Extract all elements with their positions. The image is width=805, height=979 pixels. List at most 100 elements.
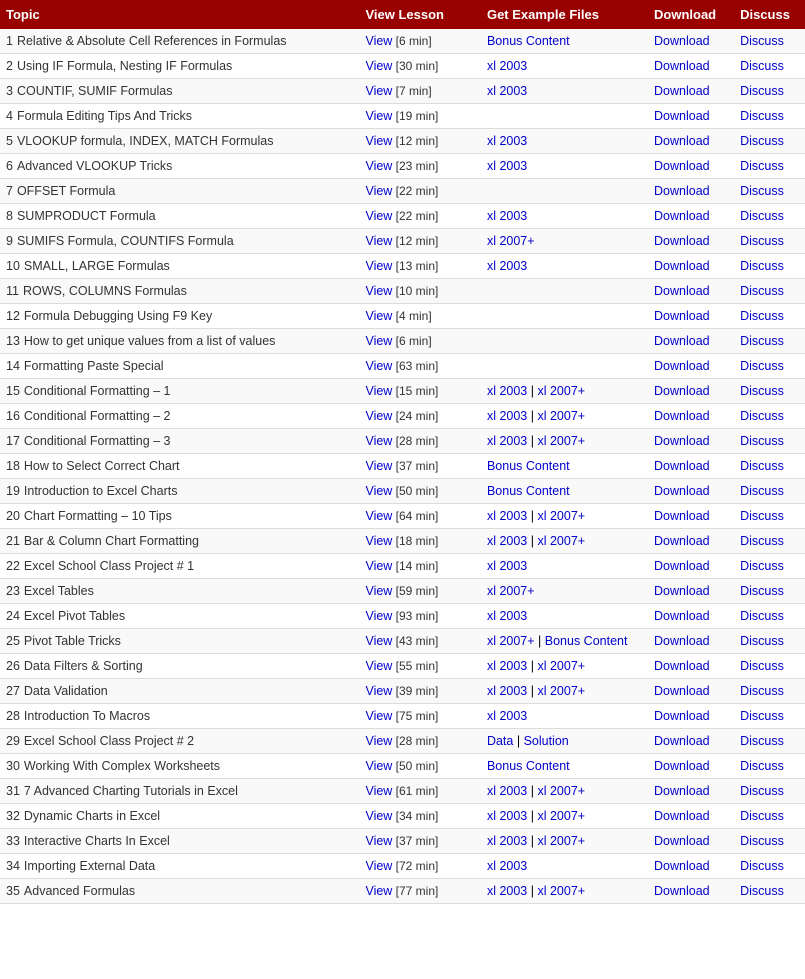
discuss-link[interactable]: Discuss	[740, 334, 784, 348]
example-link[interactable]: xl 2007+	[537, 534, 585, 548]
discuss-link[interactable]: Discuss	[740, 409, 784, 423]
view-link[interactable]: View	[365, 784, 392, 798]
download-link[interactable]: Download	[654, 409, 710, 423]
download-link[interactable]: Download	[654, 234, 710, 248]
download-link[interactable]: Download	[654, 334, 710, 348]
example-link[interactable]: xl 2007+	[537, 384, 585, 398]
download-link[interactable]: Download	[654, 384, 710, 398]
discuss-link[interactable]: Discuss	[740, 759, 784, 773]
download-link[interactable]: Download	[654, 734, 710, 748]
discuss-link[interactable]: Discuss	[740, 84, 784, 98]
view-link[interactable]: View	[365, 659, 392, 673]
example-link[interactable]: xl 2003	[487, 159, 527, 173]
download-link[interactable]: Download	[654, 159, 710, 173]
view-link[interactable]: View	[365, 509, 392, 523]
discuss-link[interactable]: Discuss	[740, 184, 784, 198]
example-link[interactable]: Bonus Content	[545, 634, 628, 648]
view-link[interactable]: View	[365, 484, 392, 498]
example-link[interactable]: xl 2003	[487, 384, 527, 398]
view-link[interactable]: View	[365, 559, 392, 573]
download-link[interactable]: Download	[654, 509, 710, 523]
discuss-link[interactable]: Discuss	[740, 359, 784, 373]
discuss-link[interactable]: Discuss	[740, 59, 784, 73]
download-link[interactable]: Download	[654, 634, 710, 648]
view-link[interactable]: View	[365, 759, 392, 773]
example-link[interactable]: xl 2007+	[537, 809, 585, 823]
discuss-link[interactable]: Discuss	[740, 584, 784, 598]
download-link[interactable]: Download	[654, 709, 710, 723]
example-link[interactable]: xl 2003	[487, 509, 527, 523]
example-link[interactable]: xl 2003	[487, 884, 527, 898]
download-link[interactable]: Download	[654, 859, 710, 873]
view-link[interactable]: View	[365, 109, 392, 123]
discuss-link[interactable]: Discuss	[740, 609, 784, 623]
example-link[interactable]: xl 2003	[487, 834, 527, 848]
download-link[interactable]: Download	[654, 484, 710, 498]
view-link[interactable]: View	[365, 459, 392, 473]
view-link[interactable]: View	[365, 409, 392, 423]
download-link[interactable]: Download	[654, 559, 710, 573]
example-link[interactable]: xl 2003	[487, 684, 527, 698]
view-link[interactable]: View	[365, 59, 392, 73]
view-link[interactable]: View	[365, 734, 392, 748]
example-link[interactable]: Bonus Content	[487, 34, 570, 48]
discuss-link[interactable]: Discuss	[740, 384, 784, 398]
example-link[interactable]: xl 2007+	[487, 584, 535, 598]
example-link[interactable]: xl 2003	[487, 84, 527, 98]
view-link[interactable]: View	[365, 309, 392, 323]
example-link[interactable]: xl 2003	[487, 134, 527, 148]
view-link[interactable]: View	[365, 359, 392, 373]
download-link[interactable]: Download	[654, 884, 710, 898]
example-link[interactable]: xl 2003	[487, 434, 527, 448]
discuss-link[interactable]: Discuss	[740, 509, 784, 523]
download-link[interactable]: Download	[654, 34, 710, 48]
view-link[interactable]: View	[365, 434, 392, 448]
example-link[interactable]: Solution	[524, 734, 569, 748]
discuss-link[interactable]: Discuss	[740, 459, 784, 473]
download-link[interactable]: Download	[654, 184, 710, 198]
example-link[interactable]: xl 2003	[487, 809, 527, 823]
example-link[interactable]: xl 2007+	[537, 409, 585, 423]
view-link[interactable]: View	[365, 259, 392, 273]
view-link[interactable]: View	[365, 184, 392, 198]
example-link[interactable]: xl 2003	[487, 609, 527, 623]
discuss-link[interactable]: Discuss	[740, 784, 784, 798]
discuss-link[interactable]: Discuss	[740, 684, 784, 698]
download-link[interactable]: Download	[654, 459, 710, 473]
example-link[interactable]: xl 2003	[487, 859, 527, 873]
discuss-link[interactable]: Discuss	[740, 834, 784, 848]
download-link[interactable]: Download	[654, 259, 710, 273]
discuss-link[interactable]: Discuss	[740, 709, 784, 723]
view-link[interactable]: View	[365, 334, 392, 348]
discuss-link[interactable]: Discuss	[740, 284, 784, 298]
discuss-link[interactable]: Discuss	[740, 109, 784, 123]
download-link[interactable]: Download	[654, 659, 710, 673]
download-link[interactable]: Download	[654, 434, 710, 448]
view-link[interactable]: View	[365, 584, 392, 598]
download-link[interactable]: Download	[654, 59, 710, 73]
view-link[interactable]: View	[365, 209, 392, 223]
example-link[interactable]: xl 2007+	[537, 884, 585, 898]
view-link[interactable]: View	[365, 384, 392, 398]
example-link[interactable]: xl 2003	[487, 409, 527, 423]
example-link[interactable]: xl 2007+	[537, 509, 585, 523]
download-link[interactable]: Download	[654, 209, 710, 223]
download-link[interactable]: Download	[654, 834, 710, 848]
discuss-link[interactable]: Discuss	[740, 634, 784, 648]
discuss-link[interactable]: Discuss	[740, 559, 784, 573]
example-link[interactable]: xl 2007+	[537, 834, 585, 848]
example-link[interactable]: Bonus Content	[487, 459, 570, 473]
view-link[interactable]: View	[365, 609, 392, 623]
example-link[interactable]: Bonus Content	[487, 484, 570, 498]
download-link[interactable]: Download	[654, 309, 710, 323]
example-link[interactable]: xl 2007+	[537, 659, 585, 673]
view-link[interactable]: View	[365, 34, 392, 48]
example-link[interactable]: xl 2003	[487, 209, 527, 223]
example-link[interactable]: xl 2003	[487, 534, 527, 548]
discuss-link[interactable]: Discuss	[740, 859, 784, 873]
view-link[interactable]: View	[365, 84, 392, 98]
discuss-link[interactable]: Discuss	[740, 659, 784, 673]
example-link[interactable]: xl 2003	[487, 784, 527, 798]
download-link[interactable]: Download	[654, 534, 710, 548]
download-link[interactable]: Download	[654, 784, 710, 798]
